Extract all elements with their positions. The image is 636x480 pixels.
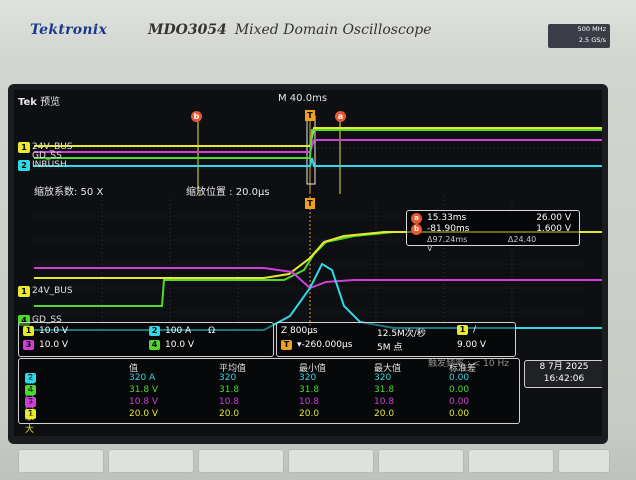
trigger-level-readout: 9.00 V: [457, 340, 487, 350]
cursor-b-value: 1.600 V: [536, 224, 571, 234]
meas-max: 20.0: [374, 409, 395, 419]
record-length-readout: 5M 点: [377, 343, 403, 353]
ch2-scale[interactable]: 2 100 A Ω: [149, 326, 215, 336]
meas-stddev: 0.00: [449, 397, 470, 407]
meas-value: 10.8 V: [129, 397, 159, 407]
ch1-scale[interactable]: 1 10.0 V: [23, 326, 68, 336]
bezel-button-4[interactable]: [288, 449, 374, 473]
meas-min: 320: [299, 373, 317, 383]
zoom-ch2-trace: [34, 262, 602, 331]
ch3-scale-value: 10.0 V: [39, 340, 69, 350]
date-time-box: 8 7月 2025 16:42:06: [524, 360, 602, 388]
top-status-bar: Tek 预览 M 40.0ms: [14, 90, 602, 108]
run-mode: 预览: [40, 97, 61, 108]
cursor-a-time: 15.33ms: [427, 213, 467, 223]
zoom-ch1-marker[interactable]: 1: [18, 286, 30, 297]
meas-value: 320 A: [129, 373, 156, 383]
cursor-b-badge: b: [411, 224, 422, 235]
meas-stddev: 0.00: [449, 409, 470, 419]
meas-stddev: 0.00: [449, 373, 470, 383]
lower-info-panel: 1 10.0 V 2 100 A Ω 3 10.0 V 4 10.0 V Z 800μs…: [18, 322, 602, 435]
bezel-button-5[interactable]: [378, 449, 464, 473]
cursor-a-marker[interactable]: a: [335, 111, 346, 122]
overview-ch4-trace: [34, 129, 602, 159]
meas-min: 10.8: [299, 397, 320, 407]
meas-mean: 10.8: [219, 397, 240, 407]
spec-badge: 500 MHz 2.5 GS/s: [548, 24, 610, 48]
ch1-scale-badge: 1: [23, 326, 34, 336]
trigger-marker-zoom[interactable]: T: [305, 198, 315, 209]
ch4-scale-value: 10.0 V: [165, 340, 195, 350]
trigger-source[interactable]: 1/: [457, 325, 476, 335]
cursor-b-time: -81.90ms: [427, 224, 470, 234]
meas-min: 20.0: [299, 409, 320, 419]
cursor-a-value: 26.00 V: [536, 213, 571, 223]
model-description: Mixed Domain Oscilloscope: [234, 22, 432, 38]
trigger-source-badge: 1: [457, 325, 468, 335]
bandwidth-label: 500 MHz: [577, 25, 606, 33]
trigger-position-badge: T: [281, 340, 292, 350]
time-label: 16:42:06: [543, 374, 585, 384]
delta-time: Δ97.24ms: [427, 235, 468, 244]
trigger-slope: /: [473, 325, 477, 335]
meas-value: 31.8 V: [129, 385, 159, 395]
meas-row: 1 最大 20.0 V 20.0 20.0 20.0 0.00: [25, 409, 515, 435]
cursor-readout-box: a 15.33ms 26.00 V b -81.90ms 1.600 V Δ97…: [406, 210, 580, 253]
trigger-position-value: ▾-260.000μs: [297, 340, 353, 350]
meas-max: 31.8: [374, 385, 395, 395]
overview-ch2-name: INRUSH: [32, 160, 67, 170]
trigger-position-readout: T ▾-260.000μs: [281, 340, 352, 350]
horizontal-trigger-box: Z 800μs 12.5M次/秒 1/ T ▾-260.000μs 5M 点 9.…: [276, 322, 516, 357]
zoom-ch1-name: 24V_BUS: [32, 286, 73, 296]
bezel-button-2[interactable]: [108, 449, 194, 473]
tek-logo: Tek: [18, 97, 37, 108]
vertical-scale-box: 1 10.0 V 2 100 A Ω 3 10.0 V 4 10.0 V: [18, 322, 274, 357]
ch2-scale-unit: Ω: [208, 326, 215, 336]
meas-mean: 31.8: [219, 385, 240, 395]
meas-row: 2最大 320 A 320 320 320 0.00: [25, 373, 515, 399]
ch4-scale-badge: 4: [149, 340, 160, 350]
sample-rate-label: 2.5 GS/s: [578, 36, 606, 44]
measurement-table: 值 平均值 最小值 最大值 标准差 2最大 320 A 320 320 320 …: [18, 358, 520, 435]
meas-mean: 320: [219, 373, 237, 383]
overview-ch2-trace: [34, 157, 602, 167]
ch3-scale[interactable]: 3 10.0 V: [23, 340, 68, 350]
meas-stddev: 0.00: [449, 385, 470, 395]
brand-logo: Tektronix: [30, 22, 108, 38]
model-label: MDO3054 Mixed Domain Oscilloscope: [148, 22, 432, 38]
ch2-scale-value: 100 A: [165, 326, 192, 336]
meas-max: 320: [374, 373, 392, 383]
cursor-delta-row: Δ97.24ms Δ24.40 V: [427, 235, 579, 253]
meas-max: 10.8: [374, 397, 395, 407]
model-number: MDO3054: [148, 22, 227, 38]
meas-value: 20.0 V: [129, 409, 159, 419]
zoom-time-readout: Z 800μs: [281, 326, 318, 336]
meas-row: 3最小 10.8 V 10.8 10.8 10.8 0.00: [25, 397, 515, 423]
cursor-b-marker[interactable]: b: [191, 111, 202, 122]
cursor-a-badge: a: [411, 213, 422, 224]
tek-status: Tek 预览: [18, 93, 60, 108]
bezel-button-7[interactable]: [558, 449, 610, 473]
bezel-button-1[interactable]: [18, 449, 104, 473]
timebase-readout: M 40.0ms: [278, 93, 328, 104]
meas-mean: 20.0: [219, 409, 240, 419]
overview-ch1-marker[interactable]: 1: [18, 142, 30, 153]
meas-row-type: 最大: [25, 412, 35, 435]
ch4-scale[interactable]: 4 10.0 V: [149, 340, 194, 350]
ch3-scale-badge: 3: [23, 340, 34, 350]
display-screen: Tek 预览 M 40.0ms b T a 1 24V_BUS GD_SS 2 …: [14, 90, 602, 436]
date-label: 8 7月 2025: [539, 362, 589, 372]
bezel-button-3[interactable]: [198, 449, 284, 473]
sample-rate-readout: 12.5M次/秒: [377, 329, 426, 339]
trigger-marker-top[interactable]: T: [305, 110, 315, 121]
meas-row: 4最大 31.8 V 31.8 31.8 31.8 0.00: [25, 385, 515, 411]
bezel-button-6[interactable]: [468, 449, 554, 473]
ch1-scale-value: 10.0 V: [39, 326, 69, 336]
overview-ch2-marker[interactable]: 2: [18, 160, 30, 171]
ch2-scale-badge: 2: [149, 326, 160, 336]
meas-min: 31.8: [299, 385, 320, 395]
